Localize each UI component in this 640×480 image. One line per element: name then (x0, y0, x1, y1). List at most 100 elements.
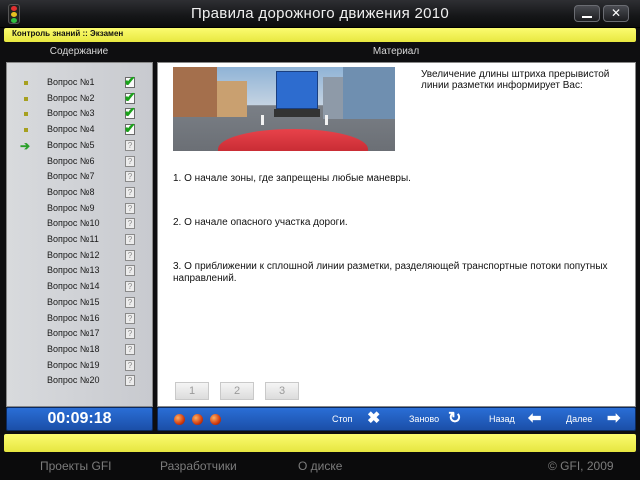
question-label: Вопрос №16 (47, 312, 100, 323)
question-label: Вопрос №9 (47, 202, 95, 213)
question-label: Вопрос №19 (47, 359, 100, 370)
question-list: Вопрос №1 ✔ Вопрос №2 ✔ Вопрос №3 ✔ Вопрос №4 ✔… (6, 62, 153, 407)
question-label: Вопрос №6 (47, 155, 95, 166)
question-list-item[interactable]: Вопрос №14? (7, 279, 152, 295)
question-list-item[interactable]: Вопрос №4 ✔ (7, 120, 152, 138)
answer-button-3[interactable]: 3 (265, 382, 299, 400)
arrow-right-icon[interactable]: ➡ (607, 410, 620, 428)
question-label: Вопрос №7 (47, 171, 95, 182)
back-button[interactable]: Назад (489, 413, 515, 425)
checkmark-icon: ✔ (124, 73, 136, 89)
checkmark-icon: ✔ (124, 104, 136, 121)
bullet-icon (24, 81, 28, 85)
bullet-icon (24, 112, 28, 117)
question-mark-icon: ? (125, 218, 135, 230)
question-label: Вопрос №10 (47, 218, 100, 229)
question-list-item[interactable]: Вопрос №17? (7, 326, 152, 342)
question-mark-icon: ? (125, 202, 135, 214)
question-list-item[interactable]: Вопрос №19? (7, 358, 152, 374)
question-mark-icon: ? (125, 265, 135, 277)
question-list-item[interactable]: Вопрос №16? (7, 311, 152, 327)
stop-icon[interactable]: ✖ (367, 410, 380, 428)
arrow-left-icon[interactable]: ⬅ (528, 410, 541, 428)
material-header: Материал (372, 46, 420, 57)
bullet-icon (24, 96, 28, 101)
question-label: Вопрос №18 (47, 343, 100, 354)
question-label: Вопрос №17 (47, 328, 100, 339)
question-mark-icon: ? (125, 328, 135, 340)
question-list-item[interactable]: Вопрос №8? (7, 185, 152, 201)
restart-icon[interactable]: ↻ (448, 410, 461, 428)
answer-option-1[interactable]: 1. О начале зоны, где запрещены любые ма… (173, 173, 613, 185)
contents-header: Содержание (49, 46, 109, 57)
question-list-item[interactable]: Вопрос №7? (7, 169, 152, 185)
question-label: Вопрос №4 (47, 124, 95, 135)
question-list-item[interactable]: Вопрос №11? (7, 232, 152, 248)
question-mark-icon: ? (125, 249, 135, 261)
question-list-item[interactable]: Вопрос №20? (7, 373, 152, 389)
attempt-lamp-icon (174, 414, 185, 425)
question-label: Вопрос №13 (47, 265, 100, 276)
breadcrumb-bar: Контроль знаний :: Экзамен (4, 28, 636, 42)
next-button[interactable]: Далее (566, 413, 592, 425)
question-list-item[interactable]: Вопрос №12? (7, 248, 152, 264)
question-mark-icon: ? (125, 312, 135, 324)
question-list-item[interactable]: Вопрос №9? (7, 201, 152, 217)
question-list-item[interactable]: ➔ Вопрос №5? (7, 138, 152, 154)
question-image (173, 67, 395, 151)
question-label: Вопрос №2 (47, 92, 95, 103)
question-label: Вопрос №3 (47, 108, 95, 119)
question-list-item[interactable]: Вопрос №6? (7, 154, 152, 170)
question-mark-icon: ? (125, 281, 135, 293)
footer: Проекты GFI Разработчики О диске © GFI, … (0, 452, 640, 480)
question-label: Вопрос №1 (47, 77, 95, 87)
footer-link-projects[interactable]: Проекты GFI (40, 459, 111, 473)
question-label: Вопрос №11 (47, 234, 99, 244)
status-strip (4, 434, 636, 452)
breadcrumb: Контроль знаний :: Экзамен (12, 29, 124, 38)
restart-button[interactable]: Заново (409, 413, 439, 425)
question-mark-icon: ? (125, 296, 135, 308)
navigation-bar: Стоп ✖ Заново ↻ Назад ⬅ Далее ➡ (157, 407, 636, 431)
answer-button-2[interactable]: 2 (220, 382, 254, 400)
attempt-lamp-icon (210, 414, 221, 425)
question-label: Вопрос №5 (47, 139, 95, 150)
attempt-lamp-icon (192, 414, 203, 425)
question-mark-icon: ? (125, 171, 135, 183)
question-mark-icon: ? (125, 139, 135, 151)
question-mark-icon: ? (125, 375, 135, 387)
question-list-item[interactable]: Вопрос №10? (7, 216, 152, 232)
question-list-item[interactable]: Вопрос №13? (7, 263, 152, 279)
question-mark-icon: ? (125, 359, 135, 371)
checkmark-icon: ✔ (124, 88, 136, 105)
answer-option-2[interactable]: 2. О начале опасного участка дороги. (173, 217, 613, 229)
answer-option-3[interactable]: 3. О приближении к сплошной линии размет… (173, 261, 613, 285)
question-list-item[interactable]: Вопрос №18? (7, 342, 152, 358)
answer-button-1[interactable]: 1 (175, 382, 209, 400)
footer-link-developers[interactable]: Разработчики (160, 459, 237, 473)
question-mark-icon: ? (125, 155, 135, 167)
question-list-item[interactable]: Вопрос №15? (7, 295, 152, 311)
close-icon: ✕ (610, 6, 622, 20)
exam-timer: 00:09:18 (6, 407, 153, 431)
window-title: Правила дорожного движения 2010 (190, 5, 450, 22)
material-panel: Увеличение длины штриха прерывистой лини… (157, 62, 636, 407)
minimize-button[interactable] (574, 5, 600, 22)
close-button[interactable]: ✕ (603, 5, 629, 22)
stop-button[interactable]: Стоп (332, 413, 352, 425)
question-label: Вопрос №8 (47, 186, 95, 197)
question-mark-icon: ? (125, 234, 135, 245)
question-mark-icon: ? (125, 186, 135, 198)
title-bar: Правила дорожного движения 2010 ✕ (0, 0, 640, 28)
footer-link-about[interactable]: О диске (298, 459, 342, 473)
question-label: Вопрос №12 (47, 249, 100, 260)
current-arrow-icon: ➔ (20, 138, 31, 153)
question-text: Увеличение длины штриха прерывистой лини… (421, 69, 610, 91)
copyright-text: © GFI, 2009 (548, 459, 614, 473)
question-label: Вопрос №20 (47, 375, 100, 386)
question-label: Вопрос №15 (47, 296, 100, 307)
question-mark-icon: ? (125, 343, 135, 355)
bullet-icon (24, 128, 28, 133)
question-label: Вопрос №14 (47, 281, 100, 292)
checkmark-icon: ✔ (124, 120, 136, 137)
